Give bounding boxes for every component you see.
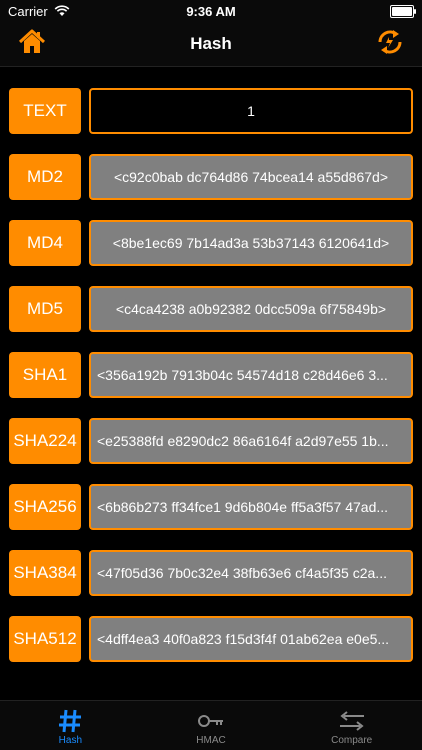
sha384-button[interactable]: SHA384: [9, 550, 81, 596]
home-icon: [18, 29, 46, 60]
row-sha1: SHA1 <356a192b 7913b04c 54574d18 c28d46e…: [0, 352, 422, 398]
row-sha224: SHA224 <e25388fd e8290dc2 86a6164f a2d97…: [0, 418, 422, 464]
md2-output[interactable]: <c92c0bab dc764d86 74bcea14 a55d867d>: [89, 154, 413, 200]
text-input[interactable]: 1: [89, 88, 413, 134]
sha224-button[interactable]: SHA224: [9, 418, 81, 464]
text-button[interactable]: TEXT: [9, 88, 81, 134]
row-md4: MD4 <8be1ec69 7b14ad3a 53b37143 6120641d…: [0, 220, 422, 266]
tab-compare-label: Compare: [331, 735, 373, 746]
row-sha256: SHA256 <6b86b273 ff34fce1 9d6b804e ff5a3…: [0, 484, 422, 530]
compare-arrows-icon: [338, 707, 366, 735]
row-sha512: SHA512 <4dff4ea3 40f0a823 f15d3f4f 01ab6…: [0, 616, 422, 662]
battery-icon: [390, 4, 416, 18]
tab-hash[interactable]: Hash: [0, 701, 141, 750]
tab-hmac-label: HMAC: [196, 735, 226, 746]
wifi-icon: [54, 5, 70, 17]
refresh-arrows-icon: [376, 28, 404, 61]
refresh-button[interactable]: [372, 28, 408, 60]
row-text: TEXT 1: [0, 88, 422, 134]
tab-bar: Hash HMAC Compare: [0, 700, 422, 750]
home-button[interactable]: [14, 28, 50, 60]
sha512-button[interactable]: SHA512: [9, 616, 81, 662]
tab-compare[interactable]: Compare: [281, 701, 422, 750]
sha1-button[interactable]: SHA1: [9, 352, 81, 398]
md2-button[interactable]: MD2: [9, 154, 81, 200]
row-sha384: SHA384 <47f05d36 7b0c32e4 38fb63e6 cf4a5…: [0, 550, 422, 596]
row-md5: MD5 <c4ca4238 a0b92382 0dcc509a 6f75849b…: [0, 286, 422, 332]
row-md2: MD2 <c92c0bab dc764d86 74bcea14 a55d867d…: [0, 154, 422, 200]
tab-hmac[interactable]: HMAC: [141, 701, 282, 750]
md5-button[interactable]: MD5: [9, 286, 81, 332]
key-icon: [197, 707, 225, 735]
sha256-button[interactable]: SHA256: [9, 484, 81, 530]
sha1-output[interactable]: <356a192b 7913b04c 54574d18 c28d46e6 3..…: [89, 352, 413, 398]
md5-output[interactable]: <c4ca4238 a0b92382 0dcc509a 6f75849b>: [89, 286, 413, 332]
sha256-output[interactable]: <6b86b273 ff34fce1 9d6b804e ff5a3f57 47a…: [89, 484, 413, 530]
sha224-output[interactable]: <e25388fd e8290dc2 86a6164f a2d97e55 1b.…: [89, 418, 413, 464]
navigation-bar: Hash: [0, 22, 422, 67]
hash-icon: [57, 707, 83, 735]
sha512-output[interactable]: <4dff4ea3 40f0a823 f15d3f4f 01ab62ea e0e…: [89, 616, 413, 662]
md4-output[interactable]: <8be1ec69 7b14ad3a 53b37143 6120641d>: [89, 220, 413, 266]
carrier-label: Carrier: [8, 3, 48, 19]
md4-button[interactable]: MD4: [9, 220, 81, 266]
sha384-output[interactable]: <47f05d36 7b0c32e4 38fb63e6 cf4a5f35 c2a…: [89, 550, 413, 596]
page-title: Hash: [190, 34, 232, 53]
tab-hash-label: Hash: [58, 735, 83, 746]
status-bar: Carrier 9:36 AM: [0, 0, 422, 22]
